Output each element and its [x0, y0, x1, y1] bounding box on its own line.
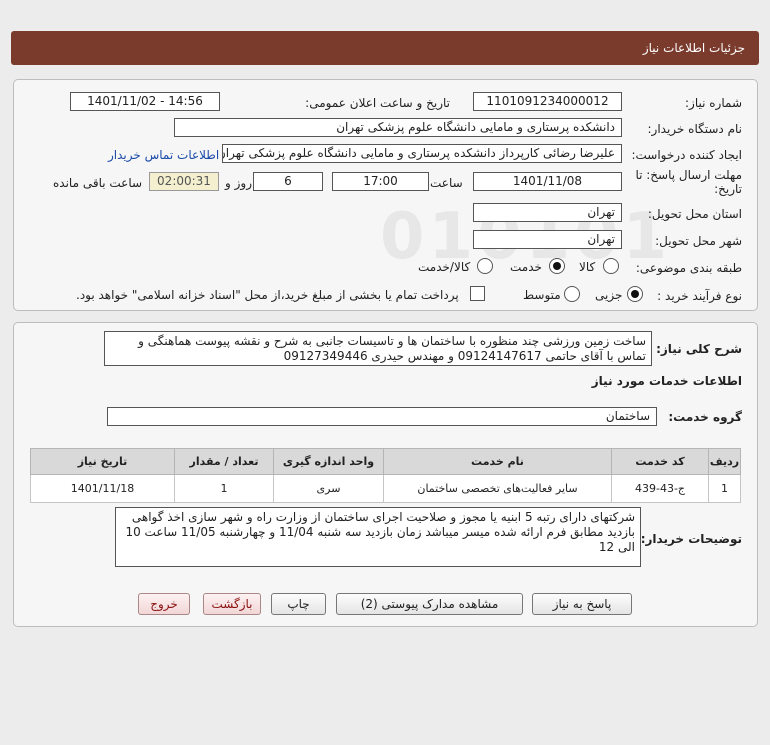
summary-text: ساخت زمین ورزشی چند منظوره با ساختمان ها… — [104, 331, 652, 366]
process-type-label: نوع فرآیند خرید : — [657, 289, 742, 303]
category-radio-goods-service[interactable] — [477, 258, 493, 274]
need-number-field: 1101091234000012 — [473, 92, 622, 111]
cell-unit: سری — [273, 474, 384, 503]
category-option-service: خدمت — [510, 260, 542, 274]
need-number-label: شماره نیاز: — [685, 96, 742, 110]
cell-row-number: 1 — [708, 474, 741, 503]
cell-service-code: ج-43-439 — [611, 474, 709, 503]
announce-label: تاریخ و ساعت اعلان عمومی: — [305, 96, 450, 110]
column-header-need-date: تاریخ نیاز — [30, 448, 175, 475]
reply-button[interactable]: پاسخ به نیاز — [532, 593, 632, 615]
buyer-notes-label: توضیحات خریدار: — [640, 532, 742, 546]
column-header-quantity: تعداد / مقدار — [174, 448, 274, 475]
deadline-date-field: 1401/11/08 — [473, 172, 622, 191]
deadline-date-label: تاریخ: — [714, 182, 742, 196]
process-radio-minor[interactable] — [627, 286, 643, 302]
creator-field: علیرضا رضائی کارپرداز دانشکده پرستاری و … — [222, 144, 622, 163]
contact-buyer-link[interactable]: اطلاعات تماس خریدار — [108, 148, 219, 162]
category-label: طبقه بندی موضوعی: — [635, 261, 742, 275]
buyer-org-field: دانشکده پرستاری و مامایی دانشگاه علوم پز… — [174, 118, 622, 137]
column-header-service-name: نام خدمت — [383, 448, 612, 475]
summary-label: شرح کلی نیاز: — [656, 342, 742, 356]
info-panel — [13, 79, 758, 311]
cell-quantity: 1 — [174, 474, 274, 503]
service-group-label: گروه خدمت: — [668, 410, 742, 424]
treasury-payment-checkbox[interactable] — [470, 286, 485, 301]
treasury-payment-note: پرداخت تمام یا بخشی از مبلغ خرید،از محل … — [76, 288, 459, 302]
buyer-notes-text: شرکتهای دارای رتبه 5 ابنیه یا مجوز و صلا… — [115, 507, 641, 567]
city-field: تهران — [473, 230, 622, 249]
exit-button[interactable]: خروج — [138, 593, 190, 615]
print-button[interactable]: چاپ — [271, 593, 326, 615]
services-heading: اطلاعات خدمات مورد نیاز — [591, 374, 742, 388]
page-title: جزئیات اطلاعات نیاز — [642, 41, 745, 55]
services-table-container: ردیف کد خدمت نام خدمت واحد اندازه گیری ت… — [30, 448, 741, 503]
buyer-org-label: نام دستگاه خریدار: — [647, 122, 743, 136]
table-row: 1 ج-43-439 سایر فعالیت‌های تخصصی ساختمان… — [30, 474, 741, 503]
deadline-time-field: 17:00 — [332, 172, 429, 191]
process-option-minor: جزیی — [595, 288, 623, 302]
creator-label: ایجاد کننده درخواست: — [631, 148, 742, 162]
city-label: شهر محل تحویل: — [655, 234, 742, 248]
province-label: استان محل تحویل: — [647, 207, 742, 221]
column-header-row-number: ردیف — [708, 448, 741, 475]
category-radio-service[interactable] — [549, 258, 565, 274]
table-header-row: ردیف کد خدمت نام خدمت واحد اندازه گیری ت… — [30, 448, 741, 475]
back-button[interactable]: بازگشت — [203, 593, 261, 615]
deadline-label: مهلت ارسال پاسخ: تا — [635, 168, 742, 182]
announce-field: 1401/11/02 - 14:56 — [70, 92, 220, 111]
services-table: ردیف کد خدمت نام خدمت واحد اندازه گیری ت… — [30, 448, 741, 503]
cell-need-date: 1401/11/18 — [30, 474, 175, 503]
deadline-time-label: ساعت — [430, 176, 463, 190]
category-radio-goods[interactable] — [603, 258, 619, 274]
days-label: روز و — [225, 176, 252, 190]
service-group-field: ساختمان — [107, 407, 657, 426]
remaining-time-field: 02:00:31 — [149, 172, 219, 191]
view-attachments-button[interactable]: مشاهده مدارک پیوستی (2) — [336, 593, 523, 615]
category-option-goods-service: کالا/خدمت — [418, 260, 471, 274]
province-field: تهران — [473, 203, 622, 222]
remaining-time-label: ساعت باقی مانده — [53, 176, 143, 190]
process-option-medium: متوسط — [523, 288, 561, 302]
column-header-unit: واحد اندازه گیری — [273, 448, 384, 475]
cell-service-name: سایر فعالیت‌های تخصصی ساختمان — [383, 474, 612, 503]
days-remaining-field: 6 — [253, 172, 323, 191]
process-radio-medium[interactable] — [564, 286, 580, 302]
category-option-goods: کالا — [579, 260, 596, 274]
page-header: جزئیات اطلاعات نیاز — [11, 31, 759, 65]
column-header-service-code: کد خدمت — [611, 448, 709, 475]
